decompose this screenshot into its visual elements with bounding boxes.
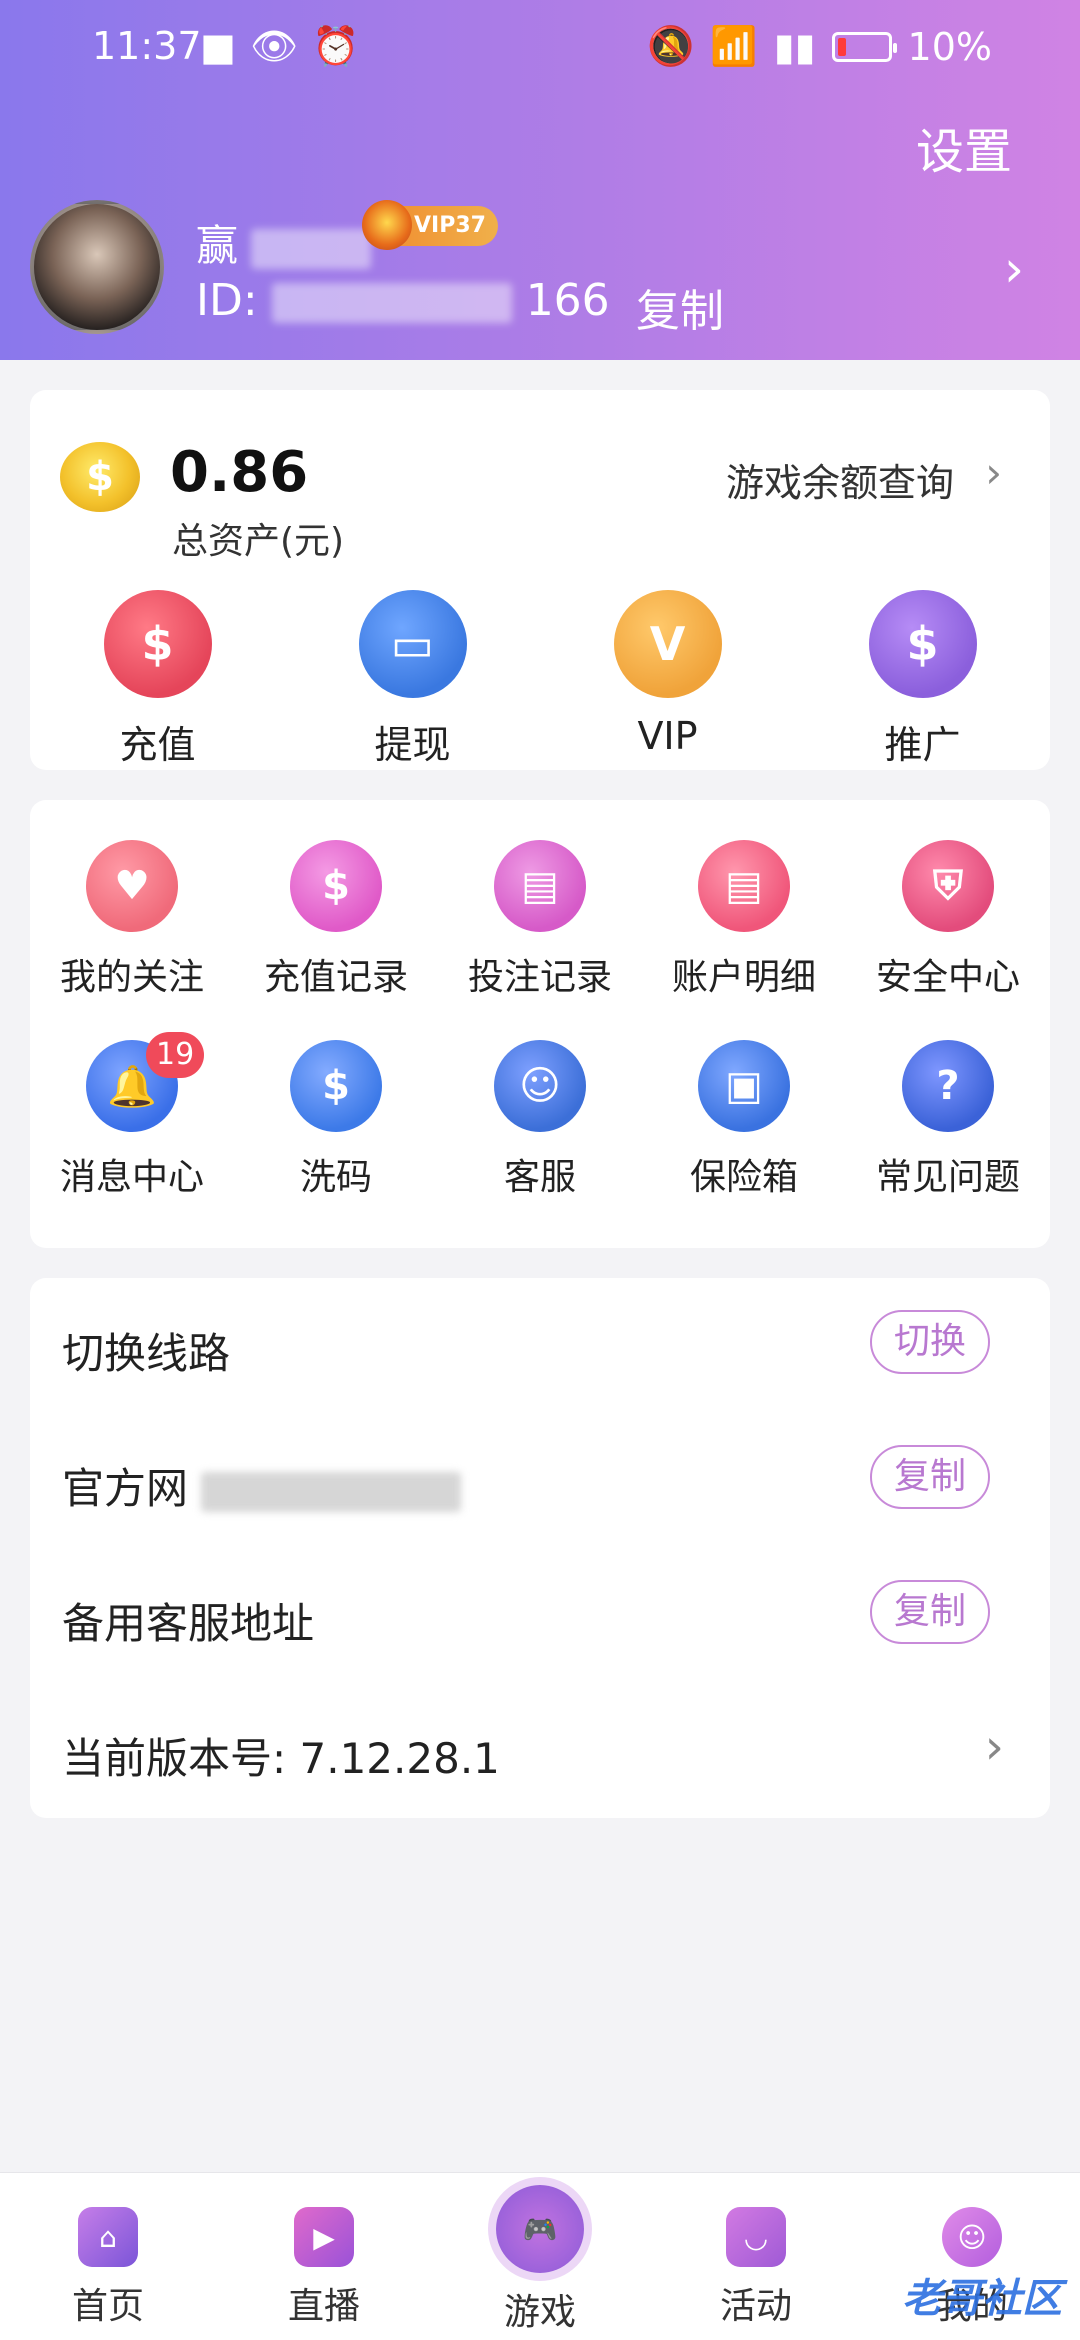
unread-badge: 19 — [146, 1032, 205, 1078]
gamepad-icon: 🎮 — [496, 2185, 584, 2273]
watermark-logo: 老哥社区 — [902, 2276, 1062, 2322]
settings-button[interactable]: 设置 — [916, 112, 1012, 182]
copy-site-button[interactable]: 复制 — [870, 1445, 990, 1509]
switch-route-row: 切换线路 切换 — [30, 1278, 1050, 1413]
chevron-right-icon[interactable]: › — [1004, 240, 1024, 298]
question-icon: ? — [902, 1040, 994, 1132]
menu-rebate[interactable]: $ 洗码 — [234, 1040, 438, 1240]
profile-header: 11:37 ■ 👁 ⏰ 🔕 📶 ▮▮ 10% 设置 赢 VIP37 ID: 16… — [0, 0, 1080, 360]
version-value: 7.12.28.1 — [299, 1734, 500, 1783]
heart-plus-icon: ♥ — [86, 840, 178, 932]
copy-backup-cs-button[interactable]: 复制 — [870, 1580, 990, 1644]
headset-icon: ☺ — [494, 1040, 586, 1132]
backup-cs-row: 备用客服地址 复制 — [30, 1548, 1050, 1683]
tab-activities[interactable]: ◡ 活动 — [648, 2173, 864, 2340]
battery-percent: 10% — [907, 24, 992, 69]
money-sparkle-icon: $ — [868, 590, 977, 698]
bottom-tab-bar: ⌂ 首页 ▶ 直播 🎮 游戏 ◡ 活动 ☺ 我的 老哥社区 — [0, 2172, 1080, 2340]
signal-icon: ▮▮ — [773, 24, 816, 69]
redacted-url — [201, 1471, 462, 1512]
tab-games[interactable]: 🎮 游戏 — [432, 2173, 648, 2340]
menu-recharge-records[interactable]: $ 充值记录 — [234, 840, 438, 1040]
smile-icon: ☺ — [942, 2207, 1002, 2267]
switch-route-label: 切换线路 — [62, 1329, 231, 1378]
vip-badge: VIP37 — [362, 200, 498, 250]
backup-cs-label: 备用客服地址 — [62, 1599, 315, 1648]
recharge-button[interactable]: $ 充值 — [30, 590, 285, 769]
game-balance-query[interactable]: 游戏余额查询 — [726, 452, 954, 507]
mute-icon: 🔕 — [647, 24, 695, 68]
vip-diamond-icon: V — [613, 590, 722, 698]
shield-bag-icon: ⛨ — [902, 840, 994, 932]
total-balance: 0.86 — [170, 440, 309, 505]
menu-security-center[interactable]: ⛨ 安全中心 — [846, 840, 1050, 1040]
vip-button[interactable]: V VIP — [540, 590, 795, 769]
money-bag-icon: $ — [103, 590, 212, 698]
withdraw-button[interactable]: ▭ 提现 — [285, 590, 540, 769]
assets-card: $ 0.86 总资产(元) 游戏余额查询 › $ 充值 ▭ 提现 V VIP $… — [30, 390, 1050, 770]
safe-icon: ▣ — [698, 1040, 790, 1132]
status-right-icons: 🔕 📶 ▮▮ 10% — [647, 24, 992, 69]
quick-actions: $ 充值 ▭ 提现 V VIP $ 推广 — [30, 590, 1050, 769]
document-dice-icon: ▤ — [494, 840, 586, 932]
menu-faq[interactable]: ? 常见问题 — [846, 1040, 1050, 1240]
copy-id-button[interactable]: 复制 — [636, 275, 724, 339]
total-balance-label: 总资产(元) — [172, 521, 345, 562]
user-id: ID: 166 — [196, 275, 610, 326]
battery-icon — [831, 31, 897, 62]
alarm-icon: ⏰ — [312, 24, 360, 68]
avatar[interactable] — [30, 200, 164, 334]
version-row[interactable]: 当前版本号: 7.12.28.1 › — [30, 1683, 1050, 1818]
feature-menu: ♥ 我的关注 $ 充值记录 ▤ 投注记录 ▤ 账户明细 ⛨ 安全中心 🔔 19 … — [30, 800, 1050, 1248]
status-left-icons: ■ 👁 ⏰ — [200, 24, 359, 69]
menu-safe-box[interactable]: ▣ 保险箱 — [642, 1040, 846, 1240]
wifi-icon: 📶 — [710, 24, 758, 68]
official-site-row: 官方网 复制 — [30, 1413, 1050, 1548]
chevron-right-icon[interactable]: › — [985, 1719, 1004, 1775]
official-site-label: 官方网 — [62, 1455, 462, 1516]
redacted-id — [271, 283, 512, 323]
receipt-dollar-icon: $ — [290, 840, 382, 932]
notification-app-icon: ■ — [200, 24, 236, 69]
menu-account-details[interactable]: ▤ 账户明细 — [642, 840, 846, 1040]
status-bar: 11:37 ■ 👁 ⏰ 🔕 📶 ▮▮ 10% — [0, 0, 1080, 90]
status-time: 11:37 — [92, 24, 202, 68]
eye-icon: 👁 — [249, 24, 299, 68]
tab-home[interactable]: ⌂ 首页 — [0, 2173, 216, 2340]
promote-button[interactable]: $ 推广 — [795, 590, 1050, 769]
menu-my-follow[interactable]: ♥ 我的关注 — [30, 840, 234, 1040]
tab-live[interactable]: ▶ 直播 — [216, 2173, 432, 2340]
card-icon: ▭ — [358, 590, 467, 698]
settings-list: 切换线路 切换 官方网 复制 备用客服地址 复制 当前版本号: 7.12.28.… — [30, 1278, 1050, 1818]
switch-route-button[interactable]: 切换 — [870, 1310, 990, 1374]
coin-icon: $ — [60, 442, 140, 512]
menu-customer-service[interactable]: ☺ 客服 — [438, 1040, 642, 1240]
document-icon: ▤ — [698, 840, 790, 932]
version-label: 当前版本号: 7.12.28.1 — [62, 1734, 500, 1783]
menu-message-center[interactable]: 🔔 19 消息中心 — [30, 1032, 234, 1240]
home-icon: ⌂ — [78, 2207, 138, 2267]
chevron-right-icon[interactable]: › — [985, 448, 1002, 497]
gift-icon: ◡ — [726, 2207, 786, 2267]
menu-bet-records[interactable]: ▤ 投注记录 — [438, 840, 642, 1040]
video-icon: ▶ — [294, 2207, 354, 2267]
chip-dollar-icon: $ — [290, 1040, 382, 1132]
redacted-name — [251, 228, 372, 269]
username: 赢 — [196, 212, 372, 273]
